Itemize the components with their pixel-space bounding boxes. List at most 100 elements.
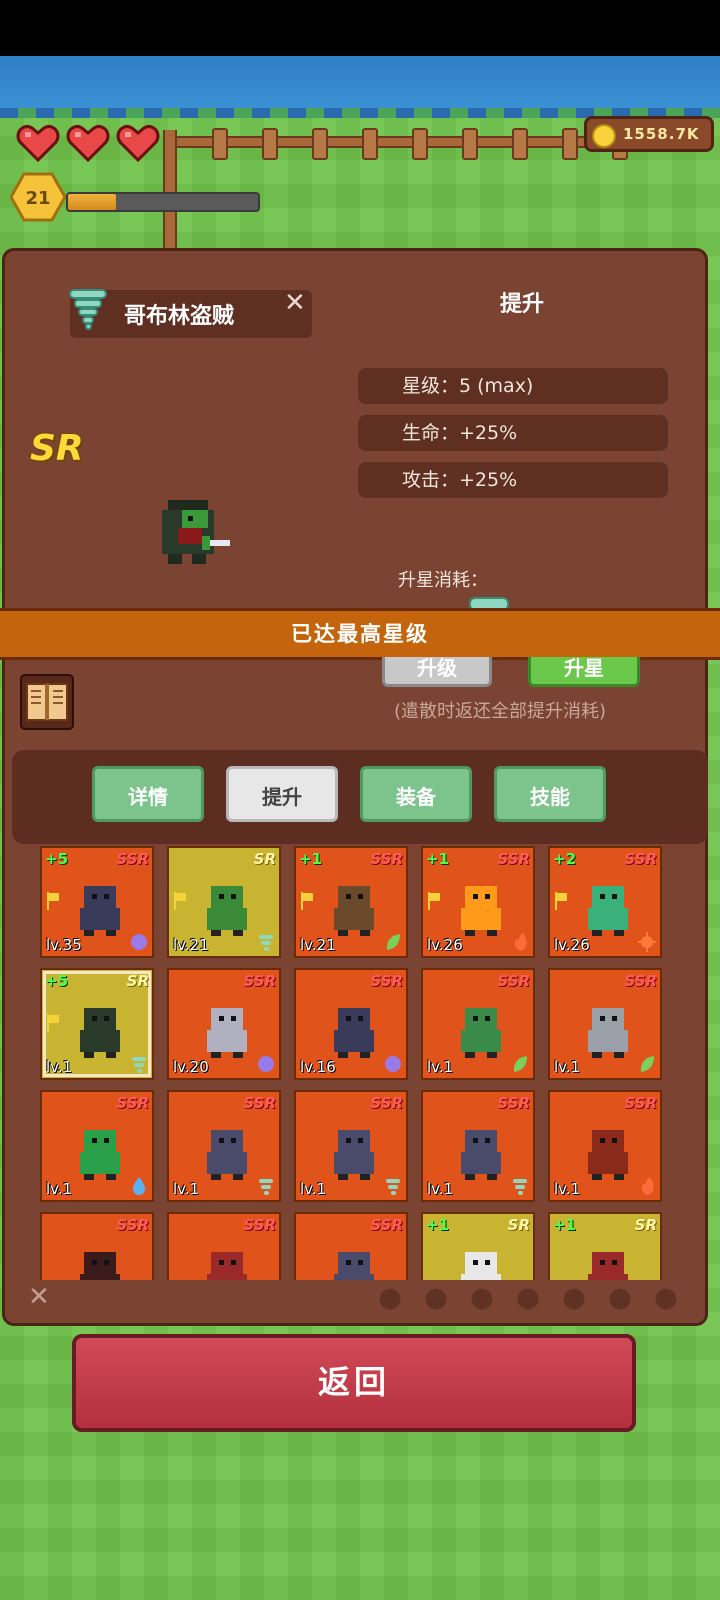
card-rarity: SR [507,1216,530,1234]
roster-card[interactable]: SSR +5 lv.35 [40,846,154,958]
heart-icon [16,124,60,162]
goblin-thief-sprite [80,1008,120,1058]
fence-post [512,128,528,160]
unit-name: 哥布林盗贼 [124,304,235,329]
sun-filter-icon[interactable] [608,1286,632,1312]
card-rarity: SR [253,850,276,868]
card-rarity: SSR [116,850,149,868]
demon-sprite [207,1252,247,1280]
ghost-gunner-sprite [207,1008,247,1058]
roster-card[interactable]: SSR lv.1 [421,968,535,1080]
star-up-button[interactable]: 升星 [528,657,640,687]
roster-card[interactable]: SSR +1 lv.26 [421,846,535,958]
stat-hp: 生命：+25% [358,415,668,451]
card-rarity: SR [634,1216,657,1234]
heart-icon [66,124,110,162]
roster-card[interactable]: SSR [40,1212,154,1280]
roster-card[interactable]: SR lv.21 [167,846,281,958]
level-up-button[interactable]: 升级 [382,657,492,687]
roster-card[interactable]: SR +5 lv.1 [40,968,154,1080]
card-level: lv.1 [46,1180,73,1198]
fire-elemental-sprite [461,886,501,936]
upgrade-title: 提升 [500,292,545,317]
max-star-banner: 已达最高星级 [0,608,720,660]
tab-upgrade[interactable]: 提升 [226,766,338,822]
roster-card[interactable]: SSR lv.16 [294,968,408,1080]
harpy-sprite [334,1130,374,1180]
eyeball-sprite [461,1252,501,1280]
card-level: lv.21 [173,936,209,954]
wind-filter-icon[interactable] [516,1286,540,1312]
card-rarity: SR [126,972,149,990]
minotaur-sprite [588,1130,628,1180]
tab-skills[interactable]: 技能 [494,766,606,822]
roster-grid: SSR +5 lv.35 SR lv.21 SSR +1 lv.21 SSR +1 lv.26 SSR… [40,846,670,1280]
wind-element-icon [513,1179,527,1195]
roster-card[interactable]: SSR lv.1 [548,968,662,1080]
roster-card[interactable]: SSR lv.1 [40,1090,154,1202]
deployed-flag-icon [47,1014,59,1032]
wind-element-icon [386,1179,400,1195]
slime-sprite [80,1130,120,1180]
xp-fill [68,194,116,210]
roster-card[interactable]: SR +1 [421,1212,535,1280]
card-rarity: SSR [370,1216,403,1234]
card-rarity: SSR [497,850,530,868]
card-level: lv.21 [300,936,336,954]
fence-post [462,128,478,160]
demon-sprite [588,1252,628,1280]
card-rarity: SSR [116,1094,149,1112]
deployed-flag-icon [428,892,440,910]
roster-card[interactable]: SSR [167,1212,281,1280]
roster-card[interactable]: SSR lv.1 [167,1090,281,1202]
roster-card[interactable]: SSR +2 lv.26 [548,846,662,958]
fence-post [262,128,278,160]
tab-details[interactable]: 详情 [92,766,204,822]
card-star-bonus: +1 [426,1216,450,1234]
refund-note: (遣散时返还全部提升消耗) [394,701,607,722]
card-level: lv.1 [46,1058,73,1076]
earth-filter-icon[interactable] [424,1286,448,1312]
tab-equipment[interactable]: 装备 [360,766,472,822]
roster-card[interactable]: SSR lv.1 [421,1090,535,1202]
clear-filter-icon[interactable]: ✕ [28,1282,50,1312]
roster-card[interactable]: SSR lv.1 [548,1090,662,1202]
fire-filter-icon[interactable] [562,1286,586,1312]
card-rarity: SSR [624,850,657,868]
deployed-flag-icon [555,892,567,910]
harpy-sprite [207,1130,247,1180]
moon-element-icon [131,934,147,950]
card-rarity: SSR [243,1216,276,1234]
leaf-element-icon [386,934,400,950]
heart-icon [116,124,160,162]
roster-card[interactable]: SSR lv.20 [167,968,281,1080]
roster-card[interactable]: SR +1 [548,1212,662,1280]
demon-sprite [80,1252,120,1280]
roster-card[interactable]: SSR +1 lv.21 [294,846,408,958]
close-icon[interactable]: ✕ [284,288,306,318]
werewolf-sprite [588,1008,628,1058]
leaf-element-icon [513,1056,527,1072]
gold-amount: 1558.7K [623,125,700,143]
fence-post [412,128,428,160]
leaf-filter-icon[interactable] [378,1286,402,1312]
goblin-sprite [207,886,247,936]
card-rarity: SSR [116,1216,149,1234]
water-element-icon [132,1177,146,1195]
card-rarity: SSR [243,972,276,990]
stat-star-level: 星级：5 (max) [358,368,668,404]
roster-card[interactable]: SSR [294,1212,408,1280]
card-level: lv.1 [554,1180,581,1198]
card-rarity: SSR [370,850,403,868]
back-button[interactable]: 返回 [72,1334,636,1432]
wind-element-icon [259,1179,273,1195]
card-star-bonus: +1 [426,850,450,868]
card-rarity: SSR [243,1094,276,1112]
roster-card[interactable]: SSR lv.1 [294,1090,408,1202]
book-icon[interactable] [20,674,74,730]
deployed-flag-icon [301,892,313,910]
card-rarity: SSR [370,972,403,990]
water-filter-icon[interactable] [470,1286,494,1312]
level-badge: 21 [10,172,66,222]
moon-filter-icon[interactable] [654,1286,678,1312]
